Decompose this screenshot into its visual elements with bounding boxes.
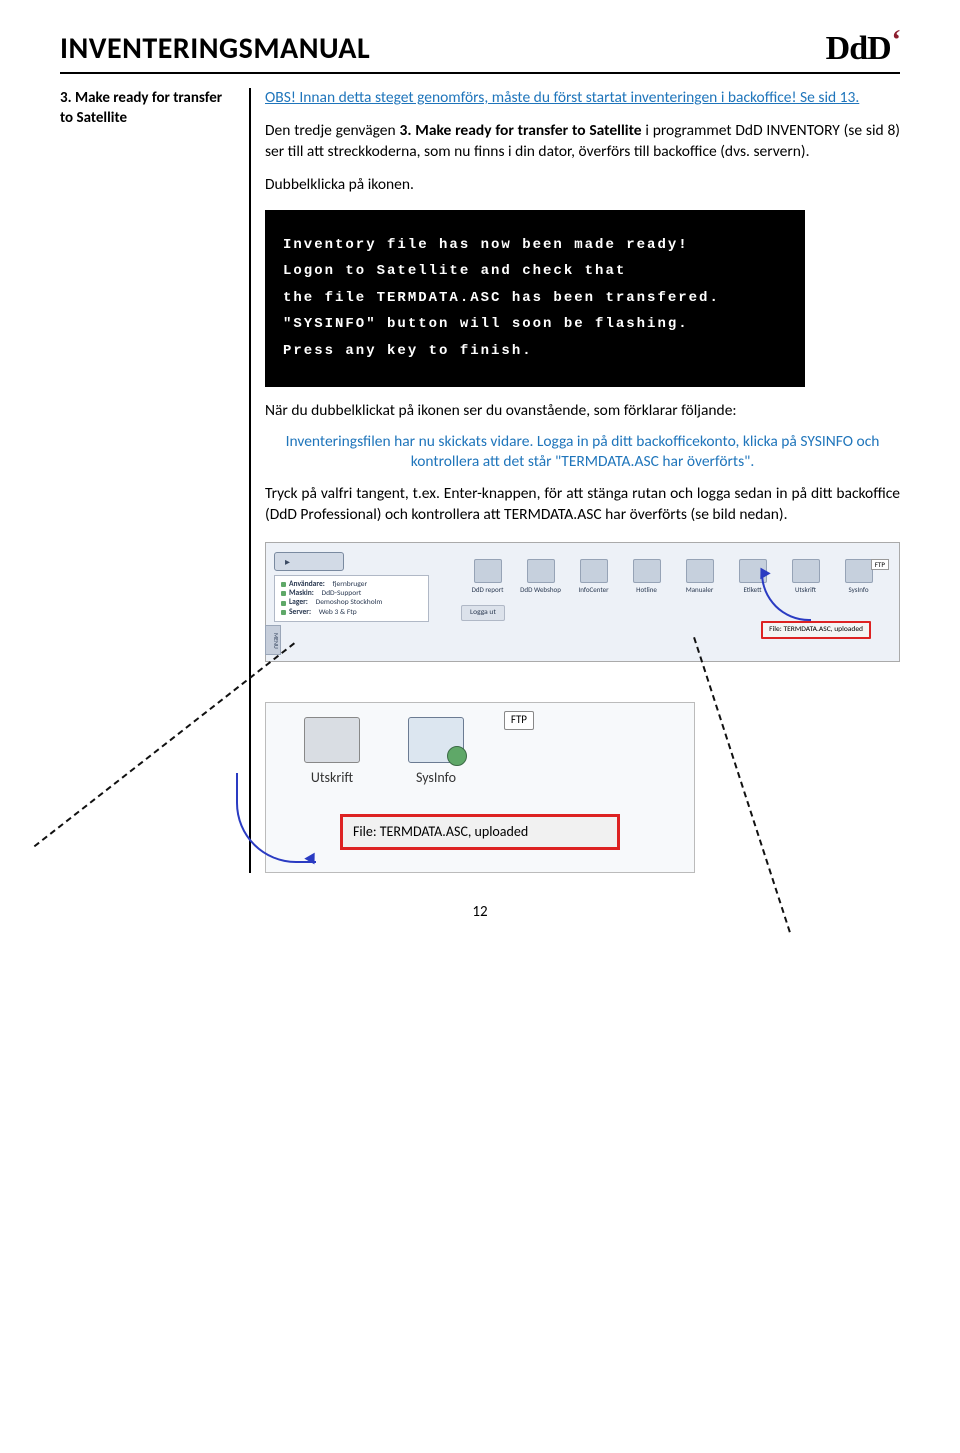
toolbar-button[interactable]: DdD Webshop: [514, 557, 567, 594]
obs-warning: OBS! Innan detta steget genomförs, måste…: [265, 88, 900, 109]
button-label: SysInfo: [416, 769, 456, 786]
terminal-line: Inventory file has now been made ready!: [283, 232, 787, 259]
ftp-badge: FTP: [504, 711, 534, 730]
toolbar-button-row: DdD report DdD Webshop InfoCenter Hotlin…: [461, 557, 885, 594]
terminal-line: "SYSINFO" button will soon be flashing.: [283, 311, 787, 338]
session-info: Användare: fjernbruger Maskin: DdD-Suppo…: [274, 575, 429, 623]
terminal-output: Inventory file has now been made ready! …: [265, 210, 805, 387]
toolbar-button[interactable]: Hotline: [620, 557, 673, 594]
ftp-badge: FTP: [871, 559, 889, 570]
terminal-line: Logon to Satellite and check that: [283, 258, 787, 285]
callout-arrow-icon: [761, 573, 811, 621]
paragraph-3: När du dubbelklickat på ikonen ser du ov…: [265, 401, 900, 422]
home-tab[interactable]: ▸: [274, 552, 344, 572]
button-label: Utskrift: [311, 769, 353, 786]
toolbar-button[interactable]: InfoCenter: [567, 557, 620, 594]
backoffice-toolbar-small: ▸ Användare: fjernbruger Maskin: DdD-Sup…: [265, 542, 900, 662]
column-divider: [249, 88, 251, 873]
document-title: INVENTERINGSMANUAL: [60, 30, 370, 67]
printer-icon: [304, 717, 360, 763]
terminal-line: the file TERMDATA.ASC has been transfere…: [283, 285, 787, 312]
logout-button[interactable]: Logga ut: [461, 605, 505, 621]
step-title: Make ready for transfer to Satellite: [60, 89, 222, 127]
file-status-highlight: File: TERMDATA.ASC, uploaded: [340, 814, 620, 851]
toolbar-button[interactable]: DdD report: [461, 557, 514, 594]
translated-note: Inventeringsfilen har nu skickats vidare…: [265, 432, 900, 472]
paragraph-1: Den tredje genvägen 3. Make ready for tr…: [265, 121, 900, 163]
brand-logo: DdD‘: [826, 30, 900, 68]
zoom-guide-line: [693, 637, 791, 932]
page-number: 12: [60, 903, 900, 921]
paragraph-4: Tryck på valfri tangent, t.ex. Enter-kna…: [265, 484, 900, 526]
toolbar-button[interactable]: Manualer: [673, 557, 726, 594]
right-column: OBS! Innan detta steget genomförs, måste…: [265, 88, 900, 873]
monitor-plus-icon: [408, 717, 464, 763]
sysinfo-button[interactable]: SysInfo: [408, 717, 464, 788]
step-number: 3.: [60, 89, 72, 107]
menu-tab[interactable]: MENU: [265, 625, 281, 655]
file-status-highlight-small: File: TERMDATA.ASC, uploaded: [761, 621, 871, 639]
paragraph-2: Dubbelklicka på ikonen.: [265, 175, 900, 196]
callout-arrow-icon: [236, 773, 316, 863]
backoffice-toolbar-zoom: FTP Utskrift SysInfo File: TERMDATA.ASC,…: [265, 702, 695, 874]
terminal-line: Press any key to finish.: [283, 338, 787, 365]
